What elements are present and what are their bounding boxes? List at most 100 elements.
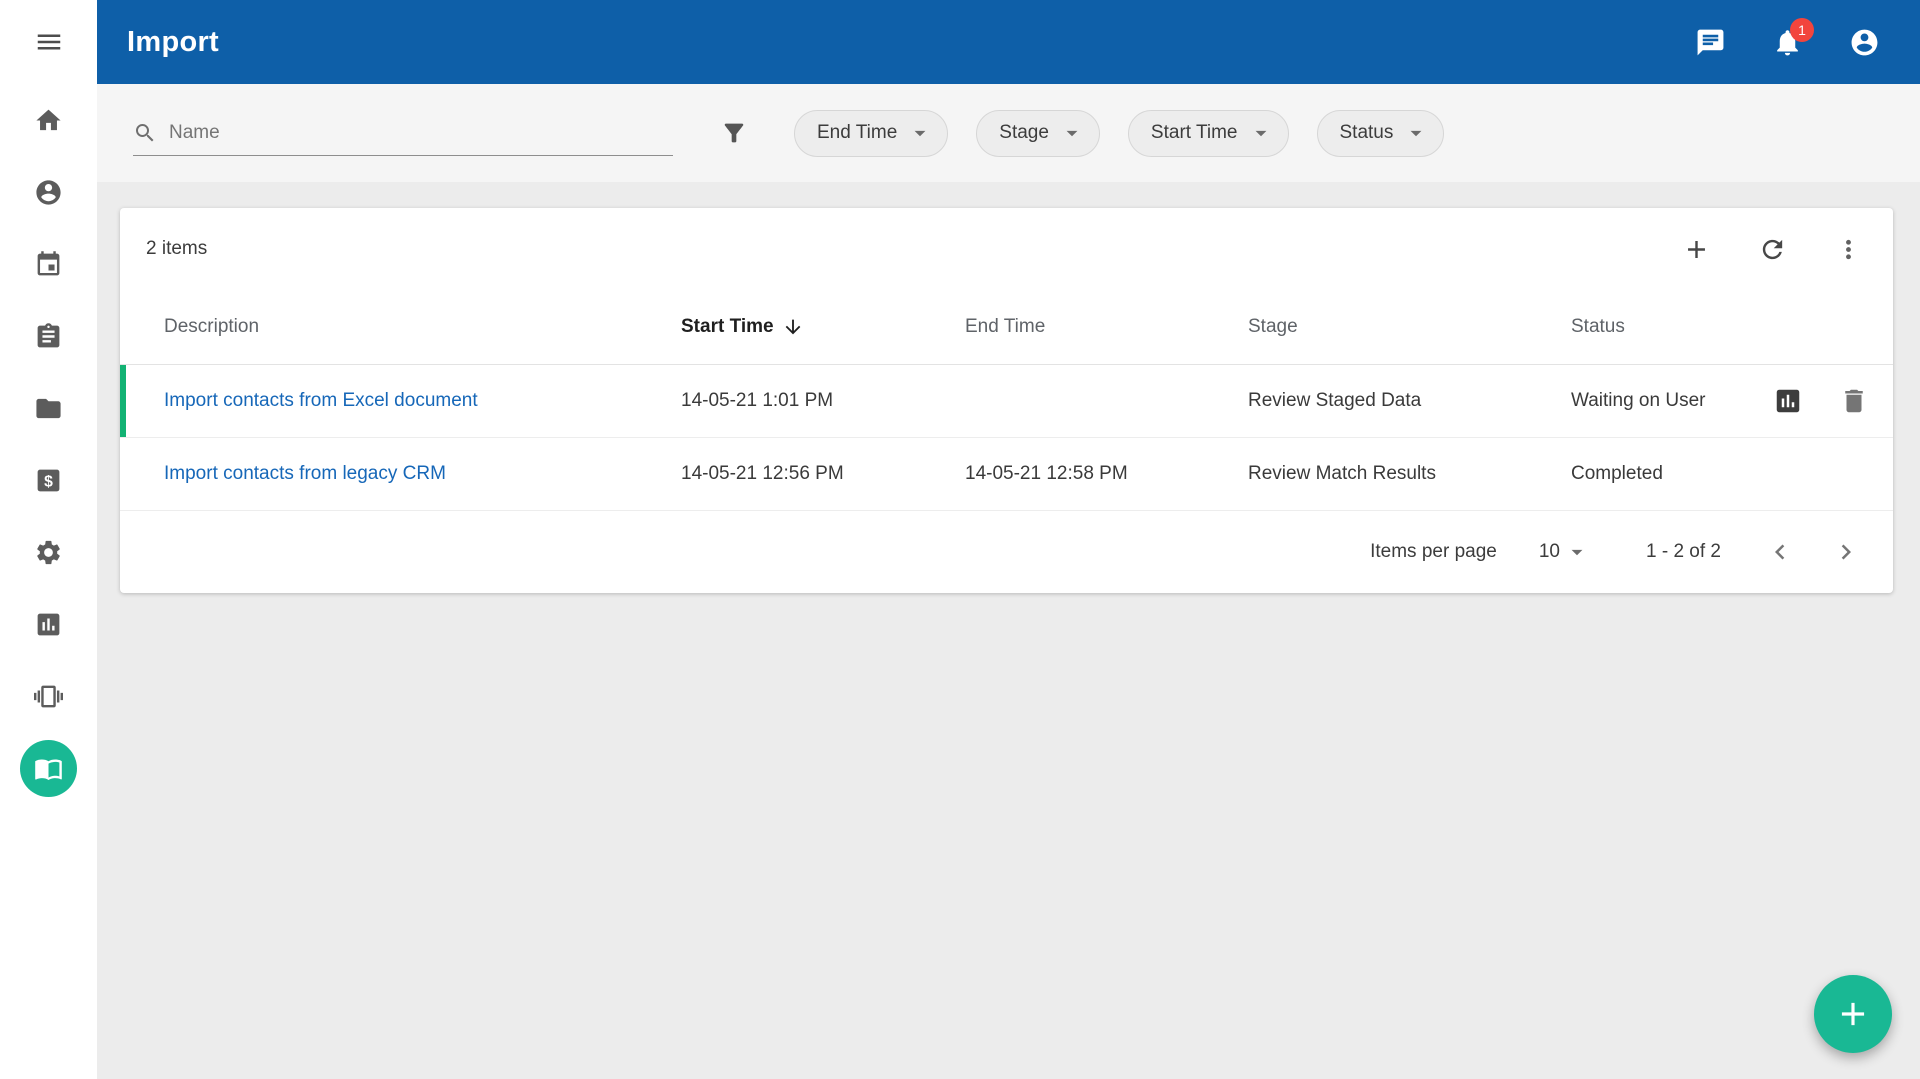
filter-chip-status[interactable]: Status xyxy=(1317,110,1445,157)
sidebar-item-calendar[interactable] xyxy=(0,228,97,300)
column-header-status[interactable]: Status xyxy=(1571,316,1751,338)
filter-chip-label: End Time xyxy=(817,122,897,144)
chevron-down-icon xyxy=(1248,120,1274,146)
filter-chip-stage[interactable]: Stage xyxy=(976,110,1100,157)
person-icon xyxy=(34,178,63,207)
search-icon xyxy=(133,121,157,145)
chevron-right-icon xyxy=(1831,537,1861,567)
previous-page-button[interactable] xyxy=(1765,537,1795,567)
vibration-icon xyxy=(34,682,63,711)
bar-chart-icon xyxy=(34,610,63,639)
card-toolbar-actions xyxy=(1682,235,1863,264)
cell-description: Import contacts from Excel document xyxy=(164,390,681,412)
sort-descending-arrow-icon xyxy=(782,316,804,338)
cell-stage: Review Match Results xyxy=(1248,463,1571,485)
folder-icon xyxy=(34,394,63,423)
filter-chips: End Time Stage Start Time Status xyxy=(794,110,1444,157)
column-header-stage[interactable]: Stage xyxy=(1248,316,1571,338)
cell-start-time: 14-05-21 1:01 PM xyxy=(681,390,965,412)
row-stats-button[interactable] xyxy=(1773,386,1803,416)
cell-description: Import contacts from legacy CRM xyxy=(164,463,681,485)
page-range-label: 1 - 2 of 2 xyxy=(1646,541,1721,563)
filter-chip-end-time[interactable]: End Time xyxy=(794,110,948,157)
bar-chart-icon xyxy=(1773,386,1803,416)
calendar-icon xyxy=(34,250,63,279)
refresh-button[interactable] xyxy=(1758,235,1787,264)
sidebar-item-sales[interactable]: $ xyxy=(0,444,97,516)
chevron-down-icon xyxy=(1059,120,1085,146)
sidebar-item-files[interactable] xyxy=(0,372,97,444)
table-header-row: Description Start Time End Time Stage St… xyxy=(120,290,1893,365)
cell-start-time: 14-05-21 12:56 PM xyxy=(681,463,965,485)
sidebar-item-settings[interactable] xyxy=(0,516,97,588)
row-delete-button[interactable] xyxy=(1839,386,1869,416)
chevron-down-icon xyxy=(1403,120,1429,146)
sidebar-item-tasks[interactable] xyxy=(0,300,97,372)
items-count: 2 items xyxy=(146,238,207,260)
filter-chip-start-time[interactable]: Start Time xyxy=(1128,110,1289,157)
column-label: Status xyxy=(1571,316,1625,338)
sidebar-item-contacts[interactable] xyxy=(0,156,97,228)
notification-badge: 1 xyxy=(1790,18,1814,42)
header-actions: 1 xyxy=(1695,27,1880,58)
table-row: Import contacts from Excel document 14-0… xyxy=(120,365,1893,438)
plus-icon xyxy=(1682,235,1711,264)
sidebar: $ xyxy=(0,0,97,1079)
pagination-bar: Items per page 10 1 - 2 of 2 xyxy=(120,511,1893,593)
chat-icon xyxy=(1695,27,1726,58)
column-header-description[interactable]: Description xyxy=(164,316,681,338)
import-description-link[interactable]: Import contacts from Excel document xyxy=(164,390,478,411)
kebab-menu-icon xyxy=(1834,235,1863,264)
column-label: Description xyxy=(164,316,259,338)
column-label: Start Time xyxy=(681,316,774,338)
notifications-button[interactable]: 1 xyxy=(1772,27,1803,58)
sidebar-item-home[interactable] xyxy=(0,84,97,156)
sidebar-item-import[interactable] xyxy=(0,732,97,804)
filter-button[interactable] xyxy=(720,119,748,147)
table-row: Import contacts from legacy CRM 14-05-21… xyxy=(120,438,1893,511)
cell-status: Waiting on User xyxy=(1571,390,1751,412)
page-title: Import xyxy=(127,26,219,59)
svg-text:$: $ xyxy=(44,473,53,490)
add-import-button[interactable] xyxy=(1682,235,1711,264)
chevron-down-icon xyxy=(907,120,933,146)
column-label: End Time xyxy=(965,316,1045,338)
items-per-page-value: 10 xyxy=(1539,541,1560,563)
funnel-icon xyxy=(720,119,748,147)
sidebar-item-phone[interactable] xyxy=(0,660,97,732)
app-root: $ Import 1 xyxy=(0,0,1920,1079)
chevron-down-icon xyxy=(1564,539,1590,565)
fab-add-button[interactable] xyxy=(1814,975,1892,1053)
account-circle-icon xyxy=(1849,27,1880,58)
cell-end-time: 14-05-21 12:58 PM xyxy=(965,463,1248,485)
header: Import 1 xyxy=(97,0,1920,84)
trash-icon xyxy=(1839,386,1869,416)
sidebar-item-reports[interactable] xyxy=(0,588,97,660)
main-area: Import 1 xyxy=(97,0,1920,1079)
filter-bar: End Time Stage Start Time Status xyxy=(97,84,1920,182)
chat-button[interactable] xyxy=(1695,27,1726,58)
active-item-indicator xyxy=(20,740,77,797)
cell-stage: Review Staged Data xyxy=(1248,390,1571,412)
column-label: Stage xyxy=(1248,316,1298,338)
next-page-button[interactable] xyxy=(1831,537,1861,567)
currency-icon: $ xyxy=(34,466,63,495)
gear-icon xyxy=(34,538,63,567)
menu-button[interactable] xyxy=(0,0,97,84)
search-input[interactable] xyxy=(169,122,673,144)
column-header-start-time[interactable]: Start Time xyxy=(681,316,965,338)
chevron-left-icon xyxy=(1765,537,1795,567)
cell-status: Completed xyxy=(1571,463,1751,485)
column-header-end-time[interactable]: End Time xyxy=(965,316,1248,338)
filter-chip-label: Stage xyxy=(999,122,1049,144)
clipboard-icon xyxy=(34,322,63,351)
import-description-link[interactable]: Import contacts from legacy CRM xyxy=(164,463,446,484)
hamburger-menu-icon xyxy=(34,27,64,57)
account-button[interactable] xyxy=(1849,27,1880,58)
card-toolbar: 2 items xyxy=(120,208,1893,290)
more-options-button[interactable] xyxy=(1834,235,1863,264)
filter-chip-label: Start Time xyxy=(1151,122,1238,144)
content-area: 2 items Description xyxy=(97,182,1920,593)
refresh-icon xyxy=(1758,235,1787,264)
items-per-page-select[interactable]: 10 xyxy=(1539,539,1590,565)
